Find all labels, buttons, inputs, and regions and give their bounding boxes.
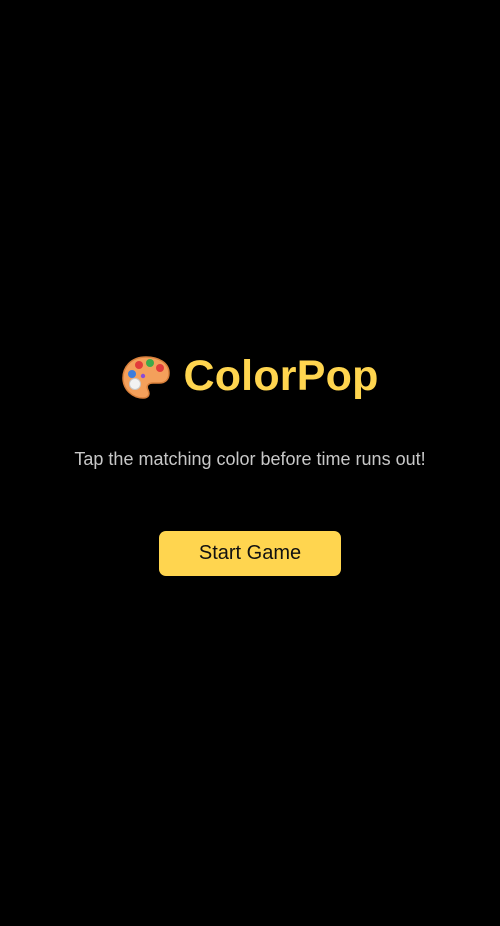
- start-game-button[interactable]: Start Game: [159, 531, 341, 576]
- instructions-text: Tap the matching color before time runs …: [74, 449, 426, 469]
- app-title: ColorPop: [183, 352, 379, 400]
- game-start-screen: ColorPop Tap the matching color before t…: [0, 0, 500, 926]
- artist-palette-icon: [121, 354, 171, 400]
- title-row: ColorPop: [0, 348, 500, 404]
